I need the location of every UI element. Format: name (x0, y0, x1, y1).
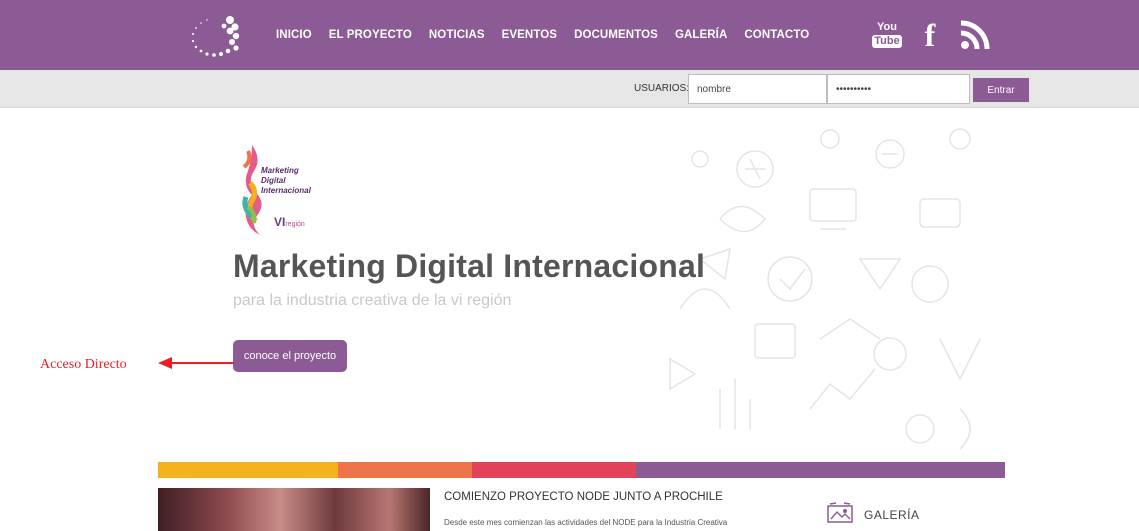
nav-inicio[interactable]: INICIO (276, 29, 312, 41)
nav-eventos[interactable]: EVENTOS (502, 29, 557, 41)
annotation-label: Acceso Directo (40, 357, 127, 372)
nav-noticias[interactable]: NOTICIAS (429, 29, 485, 41)
nav-documentos[interactable]: DOCUMENTOS (574, 29, 658, 41)
conoce-el-proyecto-button[interactable]: conoce el proyecto (233, 340, 347, 372)
mdi-logo-vi: VI (274, 215, 286, 229)
color-band-yellow (158, 462, 338, 478)
rss-icon[interactable] (958, 18, 992, 52)
news-image[interactable] (158, 488, 430, 531)
youtube-icon[interactable]: You Tube (872, 18, 902, 52)
site-logo[interactable] (186, 12, 244, 58)
nav-galeria[interactable]: GALERÍA (675, 29, 727, 41)
username-input[interactable] (688, 74, 827, 104)
youtube-icon-bottom-text: Tube (872, 35, 902, 48)
mdi-logo-line-2: Digital (261, 176, 286, 185)
news-title[interactable]: COMIENZO PROYECTO NODE JUNTO A PROCHILE (444, 491, 723, 503)
news-excerpt: Desde este mes comienzan las actividades… (444, 518, 728, 527)
mdi-logo-text: Marketing Digital Internacional (261, 166, 311, 196)
gallery-title[interactable]: GALERÍA (864, 508, 920, 522)
hero-subtitle: para la industria creativa de la vi regi… (233, 292, 512, 309)
annotation-arrow-icon (158, 357, 234, 369)
doodle-background-illustration (669, 128, 981, 450)
mdi-logo-region-word: región (285, 221, 305, 228)
login-submit-button[interactable]: Entrar (973, 78, 1029, 102)
users-label: USUARIOS: (634, 83, 690, 94)
main-nav: INICIO EL PROYECTO NOTICIAS EVENTOS DOCU… (276, 0, 826, 70)
gallery-icon (827, 502, 853, 523)
mdi-logo-region: VIregión (274, 215, 305, 229)
color-band-orange (338, 462, 472, 478)
youtube-icon-top-text: You (877, 21, 897, 33)
color-band-red (472, 462, 636, 478)
login-bar: USUARIOS: Entrar (0, 70, 1139, 108)
nav-el-proyecto[interactable]: EL PROYECTO (329, 29, 412, 41)
hero-title: Marketing Digital Internacional (233, 248, 706, 284)
mdi-logo-line-3: Internacional (261, 186, 311, 195)
nav-contacto[interactable]: CONTACTO (744, 29, 809, 41)
password-input[interactable] (827, 74, 970, 104)
mdi-logo-line-1: Marketing (261, 166, 299, 175)
page: INICIO EL PROYECTO NOTICIAS EVENTOS DOCU… (0, 0, 1139, 531)
top-nav-bar: INICIO EL PROYECTO NOTICIAS EVENTOS DOCU… (0, 0, 1139, 70)
color-band-purple (636, 462, 1005, 478)
facebook-icon[interactable]: f (920, 17, 940, 53)
